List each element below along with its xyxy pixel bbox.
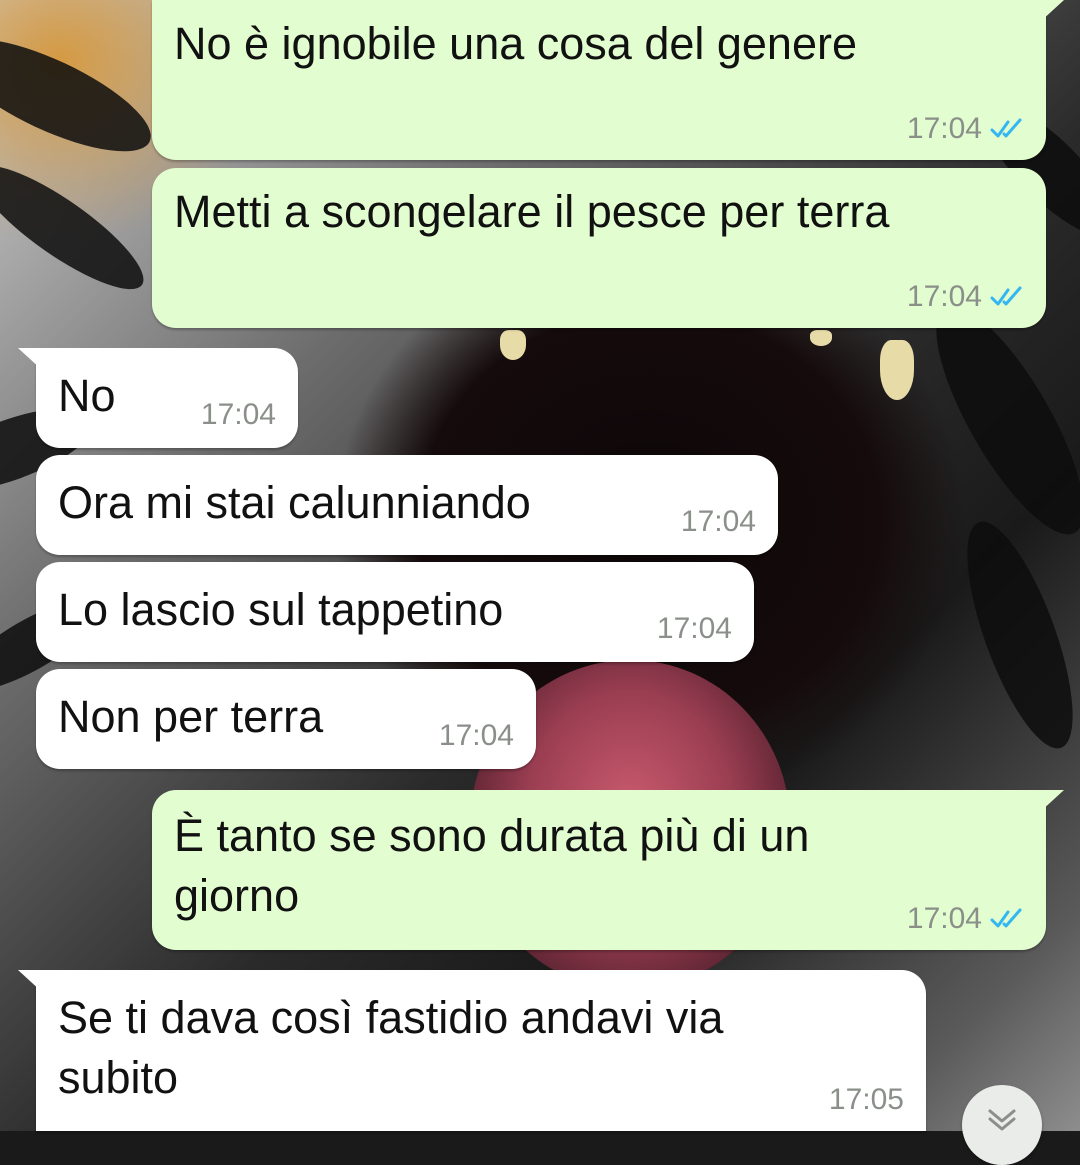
message-text: Non per terra bbox=[58, 691, 324, 742]
message-meta: 17:04 bbox=[907, 902, 1024, 936]
message-text: Se ti dava così fastidio andavi via subi… bbox=[58, 992, 724, 1103]
message-meta: 17:04 bbox=[657, 612, 732, 646]
double-check-icon bbox=[990, 286, 1022, 306]
scroll-to-bottom-button[interactable] bbox=[962, 1085, 1042, 1165]
message-meta: 17:04 bbox=[201, 398, 276, 432]
message-text: No bbox=[58, 370, 116, 421]
double-check-icon bbox=[990, 908, 1022, 928]
message-bubble-incoming[interactable]: No 17:04 bbox=[18, 348, 298, 448]
message-time: 17:04 bbox=[656, 612, 732, 645]
double-check-icon bbox=[990, 118, 1022, 138]
message-text: Lo lascio sul tappetino bbox=[58, 584, 504, 635]
message-text: Metti a scongelare il pesce per terra bbox=[174, 186, 890, 237]
message-meta: 17:04 bbox=[439, 719, 514, 753]
message-meta: 17:05 bbox=[829, 1083, 904, 1117]
message-meta: 17:04 bbox=[681, 505, 756, 539]
message-bubble-outgoing[interactable]: No è ignobile una cosa del genere 17:04 bbox=[152, 0, 1064, 160]
message-bubble-incoming[interactable]: Lo lascio sul tappetino 17:04 bbox=[36, 562, 754, 662]
message-bubble-incoming[interactable]: Non per terra 17:04 bbox=[36, 669, 536, 769]
message-meta: 17:04 bbox=[907, 112, 1024, 146]
message-bubble-incoming[interactable]: Se ti dava così fastidio andavi via subi… bbox=[18, 970, 926, 1131]
message-time: 17:04 bbox=[680, 505, 756, 538]
message-text: È tanto se sono durata più di un giorno bbox=[174, 810, 810, 921]
message-bubble-incoming[interactable]: Ora mi stai calunniando 17:04 bbox=[36, 455, 778, 555]
message-time: 17:04 bbox=[438, 719, 514, 752]
message-bubble-outgoing[interactable]: È tanto se sono durata più di un giorno … bbox=[152, 790, 1064, 950]
chevron-double-down-icon bbox=[988, 1109, 1016, 1131]
message-text: Ora mi stai calunniando bbox=[58, 477, 531, 528]
message-time: 17:04 bbox=[906, 112, 982, 145]
message-meta: 17:04 bbox=[907, 280, 1024, 314]
message-time: 17:04 bbox=[200, 398, 276, 431]
message-text: No è ignobile una cosa del genere bbox=[174, 18, 857, 69]
message-time: 17:04 bbox=[906, 280, 982, 313]
message-time: 17:05 bbox=[828, 1083, 904, 1116]
message-bubble-outgoing[interactable]: Metti a scongelare il pesce per terra 17… bbox=[152, 168, 1046, 328]
message-time: 17:04 bbox=[906, 902, 982, 935]
